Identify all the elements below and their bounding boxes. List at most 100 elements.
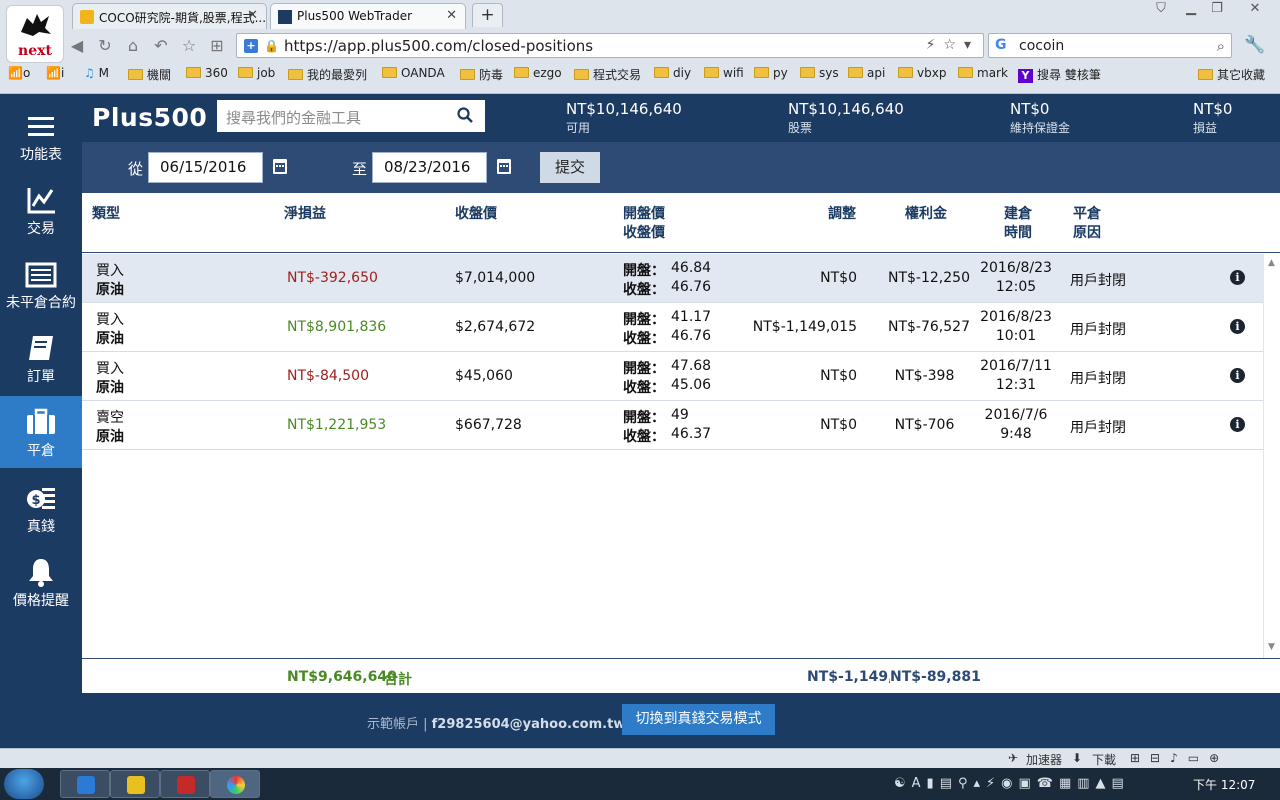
scrollbar[interactable]: ▲ ▼ <box>1263 254 1280 658</box>
star-icon[interactable]: ☆ <box>178 35 200 57</box>
bookmark-item[interactable]: 📶o <box>8 66 30 80</box>
home-icon[interactable]: ⌂ <box>122 35 144 57</box>
bookmark-folder[interactable]: 360 <box>186 66 228 80</box>
header-open-close-price[interactable]: 開盤價 收盤價 <box>623 205 665 243</box>
download-label[interactable]: 下載 <box>1092 751 1116 768</box>
url-text[interactable]: https://app.plus500.com/closed-positions <box>284 37 593 55</box>
search-icon[interactable]: ⌕ <box>1217 37 1225 55</box>
scroll-up-icon[interactable]: ▲ <box>1268 258 1275 268</box>
close-icon[interactable]: ✕ <box>247 8 258 23</box>
sidebar-item-open-positions[interactable]: 未平倉合約 <box>0 248 82 320</box>
tray-icons[interactable]: ☯A▮▤⚲▴⚡◉▣☎▦▥▲▤ <box>894 776 1130 791</box>
back-arrow-icon[interactable]: ◀ <box>66 35 88 57</box>
table-row[interactable]: 買入 原油 NT$-392,650 $7,014,000 開盤： 46.84 收盤： 46.7… <box>82 254 1263 303</box>
sidebar-item-price-alerts[interactable]: 價格提醒 <box>0 546 82 618</box>
bookmark-folder[interactable]: mark <box>958 66 1008 80</box>
apps-grid-icon[interactable]: ⊞ <box>206 35 228 57</box>
browser-logo[interactable]: next <box>6 5 64 63</box>
wrench-icon[interactable]: 🔧 <box>1244 35 1265 55</box>
sidebar-item-closed-positions[interactable]: 平倉 <box>0 396 82 468</box>
start-button[interactable] <box>4 769 44 799</box>
switch-to-real-money-button[interactable]: 切換到真錢交易模式 <box>622 704 775 735</box>
taskbar-app-s[interactable] <box>110 770 160 798</box>
header-close-reason[interactable]: 平倉 原因 <box>1073 205 1101 243</box>
close-window-icon[interactable]: ✕ <box>1244 1 1266 19</box>
browser-search-box[interactable]: G cocoin ⌕ <box>988 33 1232 58</box>
table-row[interactable]: 買入 原油 NT$-84,500 $45,060 開盤： 47.68 收盤： 45.06 NT$… <box>82 352 1263 401</box>
bookmark-folder[interactable]: 我的最愛列 <box>288 66 367 83</box>
address-bar-tools[interactable]: ⚡☆▾ <box>926 37 979 53</box>
tab-title: COCO研究院-期貨,股票,程式... <box>99 11 267 25</box>
bookmark-folder[interactable]: ezgo <box>514 66 562 80</box>
status-tools-icon[interactable]: ⊞⊟♪▭⊕ <box>1130 751 1229 765</box>
info-icon[interactable]: i <box>1230 368 1245 383</box>
restore-icon[interactable]: ❐ <box>1206 1 1228 19</box>
search-icon[interactable] <box>456 106 474 124</box>
accelerator-icon[interactable]: ✈ <box>1008 751 1018 765</box>
taskbar-app-red[interactable] <box>160 770 210 798</box>
scroll-down-icon[interactable]: ▼ <box>1268 642 1275 652</box>
browser-search-input[interactable]: cocoin <box>1019 38 1064 54</box>
bookmark-folder[interactable]: 機關 <box>128 66 171 83</box>
sidebar-item-real-money[interactable]: $ 真錢 <box>0 472 82 544</box>
bookmark-item[interactable]: 📶i <box>46 66 64 80</box>
bookmark-folder[interactable]: 其它收藏 <box>1198 66 1265 83</box>
bookmark-folder[interactable]: 程式交易 <box>574 66 641 83</box>
bookmark-item[interactable]: Y 搜尋 雙核筆 <box>1018 66 1101 83</box>
folder-icon <box>460 69 475 80</box>
download-icon[interactable]: ⬇ <box>1072 751 1082 765</box>
header-type[interactable]: 類型 <box>92 205 120 224</box>
browser-tab-plus500[interactable]: Plus500 WebTrader ✕ <box>270 3 466 29</box>
bookmark-folder[interactable]: diy <box>654 66 691 80</box>
browser-tab-coco[interactable]: COCO研究院-期貨,股票,程式... ✕ <box>72 3 267 29</box>
open-label: 開盤： <box>623 312 665 328</box>
calendar-icon[interactable] <box>273 159 287 174</box>
to-date-input[interactable]: 08/23/2016 <box>372 152 487 183</box>
table-row[interactable]: 買入 原油 NT$8,901,836 $2,674,672 開盤： 41.17 收盤： 46.… <box>82 303 1263 352</box>
open-price: 47.68 <box>671 358 712 374</box>
bookmark-item[interactable]: ♫ M <box>84 66 109 80</box>
minimize-icon[interactable]: ▁ <box>1180 1 1202 19</box>
reload-icon[interactable]: ↻ <box>94 35 116 57</box>
from-date-input[interactable]: 06/15/2016 <box>148 152 263 183</box>
bookmark-folder[interactable]: py <box>754 66 788 80</box>
direction: 買入 <box>96 312 124 328</box>
accelerator-label[interactable]: 加速器 <box>1026 751 1062 768</box>
open-time: 10:01 <box>995 328 1037 344</box>
shirt-icon[interactable]: ⛉ <box>1150 1 1172 19</box>
submit-button[interactable]: 提交 <box>540 152 600 183</box>
header-open-time[interactable]: 建倉 時間 <box>1004 205 1032 243</box>
table-row[interactable]: 賣空 原油 NT$1,221,953 $667,728 開盤： 49 收盤： 46.37 NT$… <box>82 401 1263 450</box>
clock[interactable]: 下午 12:07 <box>1193 776 1255 793</box>
header-close-price[interactable]: 收盤價 <box>455 205 497 224</box>
header-net-pnl[interactable]: 淨損益 <box>284 205 326 224</box>
undo-icon[interactable]: ↶ <box>150 35 172 57</box>
new-tab-button[interactable]: + <box>472 3 503 27</box>
header-premium[interactable]: 權利金 <box>905 205 947 224</box>
instrument-search-input[interactable]: 搜尋我們的金融工具 <box>217 100 485 132</box>
header-adjust[interactable]: 調整 <box>828 205 856 224</box>
calendar-icon[interactable] <box>497 159 511 174</box>
sidebar-item-orders[interactable]: 訂單 <box>0 322 82 394</box>
bookmark-folder[interactable]: OANDA <box>382 66 445 80</box>
bookmark-folder[interactable]: wifi <box>704 66 744 80</box>
plus500-logo[interactable]: Plus500 <box>92 103 207 132</box>
bookmark-folder[interactable]: sys <box>800 66 839 80</box>
sidebar-item-menu[interactable]: 功能表 <box>0 100 82 172</box>
bookmark-folder[interactable]: vbxp <box>898 66 946 80</box>
adjust: NT$-1,149,015 <box>752 319 857 335</box>
close-icon[interactable]: ✕ <box>446 8 457 23</box>
sidebar-item-trade[interactable]: 交易 <box>0 174 82 246</box>
stat-label: 可用 <box>566 121 591 135</box>
address-bar[interactable]: + 🔒 https://app.plus500.com/closed-posit… <box>236 33 984 58</box>
info-icon[interactable]: i <box>1230 270 1245 285</box>
bookmark-folder[interactable]: 防毒 <box>460 66 503 83</box>
bookmark-folder[interactable]: api <box>848 66 885 80</box>
info-icon[interactable]: i <box>1230 417 1245 432</box>
top-bar: Plus500 搜尋我們的金融工具 NT$10,146,640 可用 NT$10… <box>82 94 1280 142</box>
close-label: 收盤： <box>623 331 665 347</box>
taskbar-ie[interactable] <box>60 770 110 798</box>
taskbar-browser[interactable] <box>210 770 260 798</box>
bookmark-folder[interactable]: job <box>238 66 275 80</box>
info-icon[interactable]: i <box>1230 319 1245 334</box>
